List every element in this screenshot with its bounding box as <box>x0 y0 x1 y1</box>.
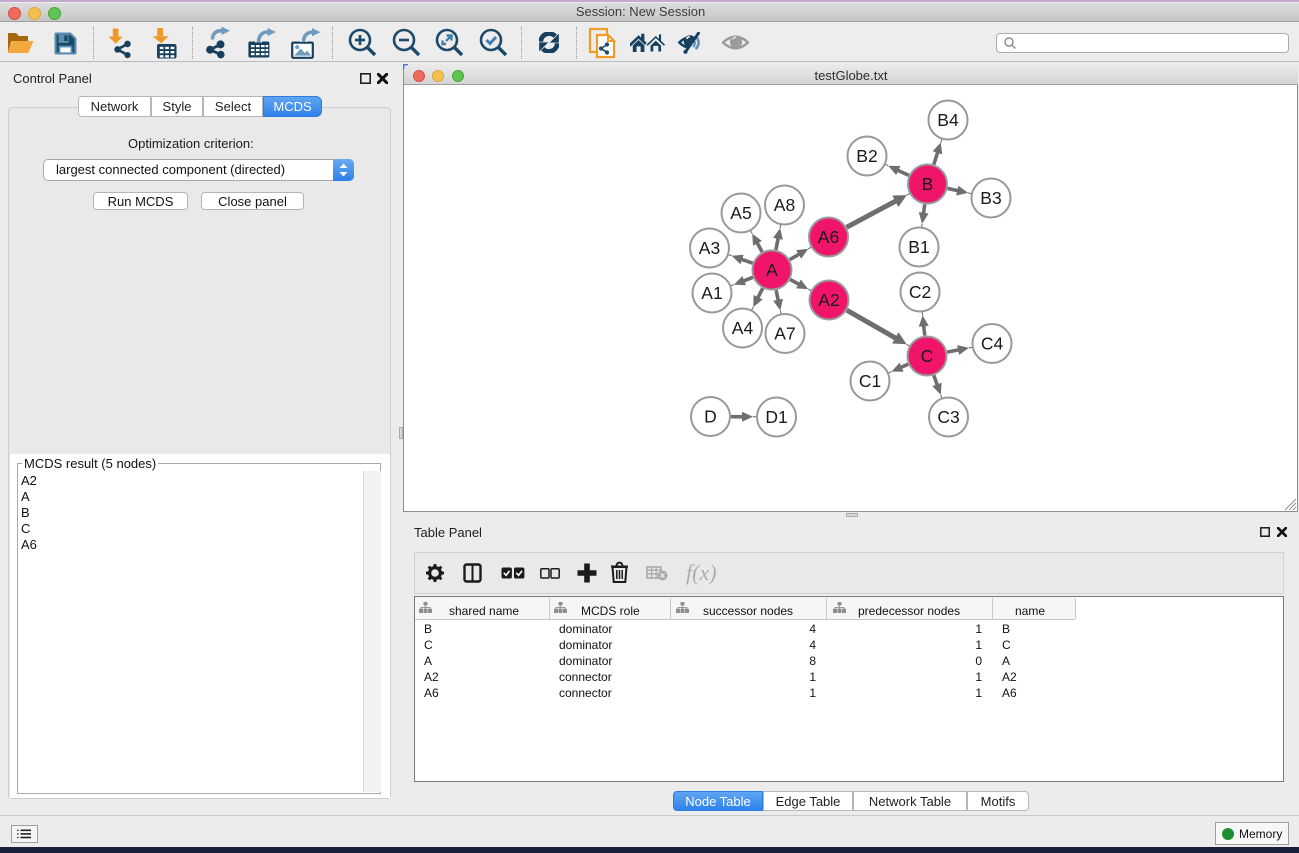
svg-text:B: B <box>922 174 934 194</box>
svg-text:B2: B2 <box>856 146 877 166</box>
svg-text:D: D <box>704 407 717 427</box>
svg-text:B4: B4 <box>937 110 959 130</box>
svg-text:C4: C4 <box>981 334 1004 354</box>
svg-text:B1: B1 <box>908 237 929 257</box>
svg-text:C: C <box>921 346 934 366</box>
svg-text:C1: C1 <box>859 371 881 391</box>
svg-text:C3: C3 <box>937 407 959 427</box>
svg-text:A6: A6 <box>818 227 839 247</box>
svg-text:B3: B3 <box>980 188 1001 208</box>
svg-text:C2: C2 <box>909 282 931 302</box>
svg-text:A3: A3 <box>699 238 720 258</box>
svg-text:A7: A7 <box>774 324 795 344</box>
svg-text:A: A <box>766 260 778 280</box>
svg-text:A8: A8 <box>774 195 795 215</box>
svg-text:A5: A5 <box>730 203 751 223</box>
svg-text:A4: A4 <box>732 318 754 338</box>
svg-text:A1: A1 <box>701 283 722 303</box>
svg-text:D1: D1 <box>765 407 787 427</box>
svg-text:A2: A2 <box>818 290 839 310</box>
